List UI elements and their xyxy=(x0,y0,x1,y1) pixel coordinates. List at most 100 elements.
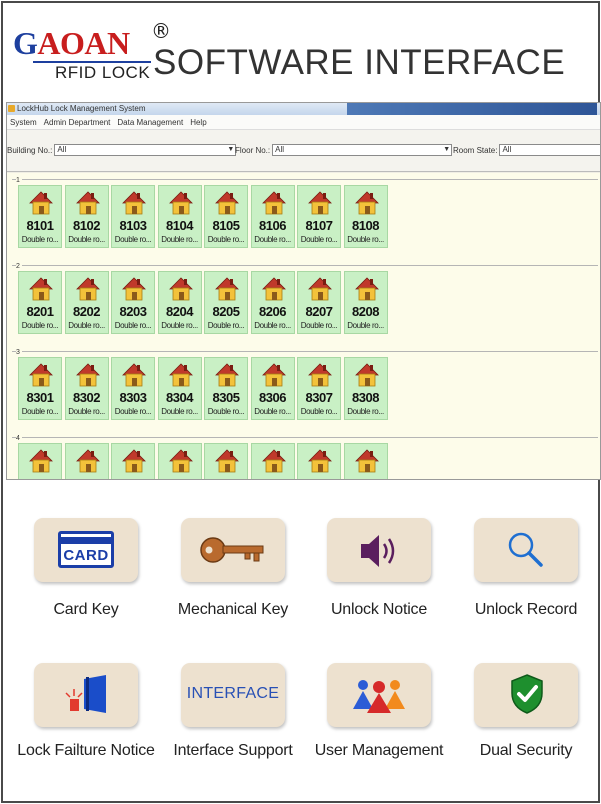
room-tile[interactable] xyxy=(64,443,109,479)
room-tile[interactable]: 8303 Double ro... xyxy=(111,357,155,420)
room-tile[interactable] xyxy=(297,443,341,479)
room-tile[interactable]: 8108 Double ro... xyxy=(343,185,388,248)
room-type: Double ro... xyxy=(114,321,152,330)
room-number: 8103 xyxy=(119,218,147,233)
building-select[interactable]: All ▼ xyxy=(54,144,237,156)
room-state-select-value: All xyxy=(502,145,512,154)
room-tile[interactable] xyxy=(157,443,202,479)
feature-tile-lock-failture-notice[interactable] xyxy=(34,663,138,727)
room-tile[interactable]: 8203 Double ro... xyxy=(111,271,155,334)
room-tile[interactable]: 8204 Double ro... xyxy=(157,271,202,334)
floor-number: 2 xyxy=(16,263,22,270)
room-tile[interactable]: 8106 Double ro... xyxy=(250,185,295,248)
house-icon xyxy=(75,361,101,390)
window-titlebar-fill xyxy=(347,103,597,115)
room-tile[interactable] xyxy=(18,443,62,479)
house-icon xyxy=(261,447,287,476)
room-tile[interactable]: 8207 Double ro... xyxy=(297,271,341,334)
room-tile[interactable] xyxy=(250,443,295,479)
interface-icon: INTERFACE xyxy=(186,685,280,702)
room-number: 8205 xyxy=(212,304,240,319)
room-type: Double ro... xyxy=(21,407,59,416)
room-type: Double ro... xyxy=(347,407,384,416)
room-number: 8107 xyxy=(305,218,333,233)
room-number: 8208 xyxy=(352,304,379,319)
chevron-down-icon: ▼ xyxy=(227,146,235,153)
room-tile[interactable]: 8206 Double ro... xyxy=(250,271,295,334)
room-number: 8306 xyxy=(259,390,286,405)
room-number: 8301 xyxy=(26,390,54,405)
room-state-filter: Room State: All xyxy=(453,144,600,156)
room-tile[interactable]: 8306 Double ro... xyxy=(250,357,295,420)
feature-tile-user-management[interactable] xyxy=(327,663,431,727)
room-tile[interactable]: 8308 Double ro... xyxy=(343,357,388,420)
house-icon xyxy=(168,447,194,476)
brand-name-rest: AOAN xyxy=(37,25,130,61)
feature-label: Unlock Notice xyxy=(330,601,428,618)
feature-tile-dual-security[interactable] xyxy=(474,663,578,727)
house-icon xyxy=(121,361,147,390)
floor-select[interactable]: All ▼ xyxy=(272,144,453,156)
key-icon xyxy=(200,537,264,563)
room-tile[interactable]: 8201 Double ro... xyxy=(18,271,62,334)
feature-label: Interface Support xyxy=(173,742,293,759)
menu-data-management[interactable]: Data Management xyxy=(117,118,183,127)
room-tile[interactable]: 8105 Double ro... xyxy=(204,185,248,248)
card-icon: CARD xyxy=(58,531,114,568)
room-tile[interactable] xyxy=(111,443,155,479)
floor-section: 2 xyxy=(12,263,598,270)
room-tile[interactable]: 8208 Double ro... xyxy=(343,271,388,334)
room-tile[interactable]: 8301 Double ro... xyxy=(18,357,62,420)
room-state-select[interactable]: All xyxy=(499,144,600,156)
house-icon xyxy=(28,361,54,390)
room-tile[interactable]: 8103 Double ro... xyxy=(111,185,155,248)
card-icon-text: CARD xyxy=(63,547,109,564)
poster-frame: GAOAN ® RFID LOCK SOFTWARE INTERFACE Loc… xyxy=(1,1,601,803)
menu-help[interactable]: Help xyxy=(190,118,206,127)
menu-admin-department[interactable]: Admin Department xyxy=(44,118,111,127)
room-number: 8304 xyxy=(166,390,193,405)
room-tile[interactable]: 8302 Double ro... xyxy=(64,357,109,420)
room-tile[interactable] xyxy=(204,443,248,479)
house-icon xyxy=(354,447,380,476)
room-number: 8108 xyxy=(352,218,379,233)
room-tile[interactable] xyxy=(343,443,388,479)
chevron-down-icon: ▼ xyxy=(443,146,451,153)
floor-number: 4 xyxy=(16,435,22,442)
floor-section: 3 xyxy=(12,349,598,356)
floor-section: 4 xyxy=(12,435,598,442)
feature-tile-unlock-record[interactable] xyxy=(474,518,578,582)
feature-tile-mechanical-key[interactable] xyxy=(181,518,285,582)
room-tile[interactable]: 8107 Double ro... xyxy=(297,185,341,248)
feature-tile-unlock-notice[interactable] xyxy=(327,518,431,582)
room-tile[interactable]: 8104 Double ro... xyxy=(157,185,202,248)
room-tile[interactable]: 8102 Double ro... xyxy=(64,185,109,248)
room-type: Double ro... xyxy=(161,321,198,330)
room-tile[interactable]: 8307 Double ro... xyxy=(297,357,341,420)
speaker-icon xyxy=(361,535,395,567)
room-type: Double ro... xyxy=(300,407,338,416)
room-number: 8302 xyxy=(73,390,100,405)
window-titlebar: LockHub Lock Management System xyxy=(7,103,600,115)
feature-label: Dual Security xyxy=(479,742,573,759)
room-number: 8104 xyxy=(166,218,193,233)
room-number: 8308 xyxy=(352,390,379,405)
room-type: Double ro... xyxy=(347,321,384,330)
room-type: Double ro... xyxy=(254,407,291,416)
feature-label: Mechanical Key xyxy=(177,601,289,618)
feature-tile-card-key[interactable]: CARD xyxy=(34,518,138,582)
feature-tile-interface-support[interactable]: INTERFACE xyxy=(181,663,285,727)
house-icon xyxy=(354,189,380,218)
house-icon xyxy=(168,361,194,390)
floor-number: 1 xyxy=(16,177,22,184)
room-tile[interactable]: 8205 Double ro... xyxy=(204,271,248,334)
room-tile[interactable]: 8101 Double ro... xyxy=(18,185,62,248)
menu-system[interactable]: System xyxy=(10,118,37,127)
room-tile[interactable]: 8305 Double ro... xyxy=(204,357,248,420)
room-number: 8307 xyxy=(305,390,333,405)
feature-label: Unlock Record xyxy=(474,601,578,618)
floor-filter-label: Floor No.: xyxy=(235,145,271,155)
room-tile[interactable]: 8202 Double ro... xyxy=(64,271,109,334)
building-filter-label: Building No.: xyxy=(7,145,53,155)
room-tile[interactable]: 8304 Double ro... xyxy=(157,357,202,420)
